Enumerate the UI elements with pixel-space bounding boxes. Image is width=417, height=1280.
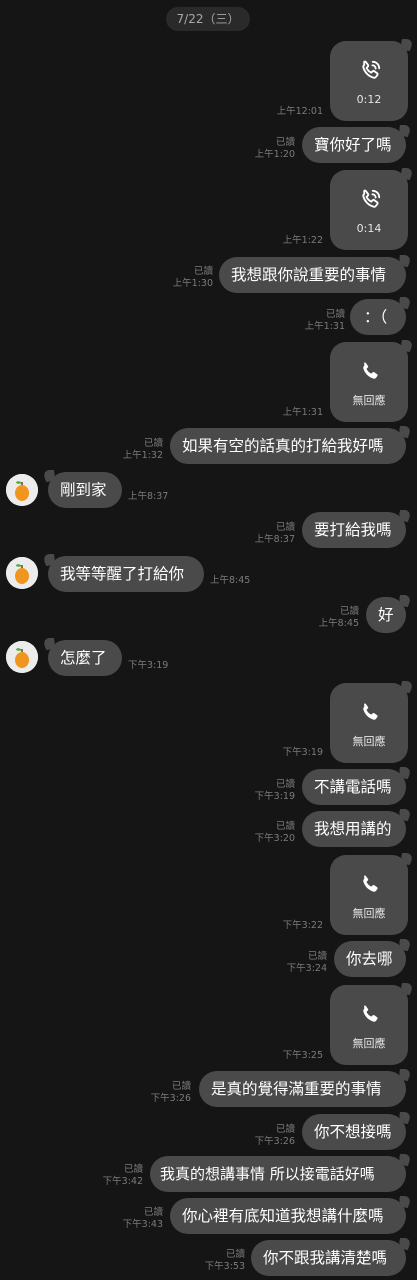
read-receipt: 已讀 xyxy=(143,1207,163,1218)
call-status: 無回應 xyxy=(352,1037,386,1050)
orange-fruit-icon xyxy=(6,557,38,589)
sent-message-bubble[interactable]: 如果有空的話真的打給我好嗎 xyxy=(170,428,406,464)
read-receipt: 已讀 xyxy=(275,522,295,533)
message-meta: 已讀 上午1:32 xyxy=(122,438,163,461)
sent-message-bubble[interactable]: 寶你好了嗎 xyxy=(302,127,406,163)
message-meta: 已讀 上午8:37 xyxy=(254,522,295,545)
sent-message-bubble[interactable]: 要打給我嗎 xyxy=(302,512,406,548)
message-meta: 已讀 上午8:45 xyxy=(318,606,359,629)
sent-message-bubble[interactable]: ：（ xyxy=(350,299,406,335)
message-meta: 已讀 上午1:30 xyxy=(172,266,213,289)
sent-message-bubble[interactable]: 不講電話嗎 xyxy=(302,769,406,805)
call-status: 無回應 xyxy=(352,735,386,748)
sent-message-bubble[interactable]: 是真的覺得滿重要的事情 xyxy=(199,1071,406,1107)
phone-waves-icon xyxy=(362,189,381,208)
message-meta: 已讀 上午1:20 xyxy=(254,137,295,160)
message-meta: 下午3:25 xyxy=(282,1050,323,1061)
message-meta: 已讀 下午3:19 xyxy=(254,779,295,802)
sent-message-bubble[interactable]: 好 xyxy=(366,597,406,633)
read-receipt: 已讀 xyxy=(275,1124,295,1135)
phone-icon xyxy=(363,875,378,892)
message-meta: 已讀 下午3:42 xyxy=(102,1164,143,1187)
read-receipt: 已讀 xyxy=(171,1081,191,1092)
phone-icon xyxy=(363,362,378,379)
missed-call-card[interactable]: 無回應 xyxy=(330,342,408,422)
sent-message-bubble[interactable]: 我想用講的 xyxy=(302,811,406,847)
read-receipt: 已讀 xyxy=(193,266,213,277)
message-meta: 上午8:37 xyxy=(128,491,169,502)
message-meta: 已讀 下午3:26 xyxy=(254,1124,295,1147)
message-meta: 已讀 下午3:20 xyxy=(254,821,295,844)
message-meta: 上午1:22 xyxy=(282,235,323,246)
message-meta: 下午3:19 xyxy=(282,747,323,758)
message-meta: 已讀 下午3:43 xyxy=(122,1207,163,1230)
message-meta: 已讀 下午3:26 xyxy=(150,1081,191,1104)
call-duration: 0:14 xyxy=(356,222,382,235)
contact-avatar[interactable] xyxy=(6,557,38,589)
read-receipt: 已讀 xyxy=(307,951,327,962)
contact-avatar[interactable] xyxy=(6,641,38,673)
missed-call-card[interactable]: 無回應 xyxy=(330,855,408,935)
read-receipt: 已讀 xyxy=(275,137,295,148)
date-separator: 7/22（三） xyxy=(166,7,250,31)
message-meta: 已讀 下午3:53 xyxy=(204,1249,245,1272)
message-meta: 上午12:01 xyxy=(276,106,323,117)
message-meta: 上午1:31 xyxy=(282,407,323,418)
call-duration: 0:12 xyxy=(356,93,382,106)
voice-call-card[interactable]: 0:14 xyxy=(330,170,408,250)
missed-call-card[interactable]: 無回應 xyxy=(330,683,408,763)
call-status: 無回應 xyxy=(352,394,386,407)
missed-call-card[interactable]: 無回應 xyxy=(330,985,408,1065)
sent-message-bubble[interactable]: 你不想接嗎 xyxy=(302,1114,406,1150)
read-receipt: 已讀 xyxy=(275,779,295,790)
read-receipt: 已讀 xyxy=(123,1164,143,1175)
read-receipt: 已讀 xyxy=(225,1249,245,1260)
phone-waves-icon xyxy=(362,60,381,79)
message-meta: 下午3:19 xyxy=(128,660,169,671)
phone-icon xyxy=(363,703,378,720)
read-receipt: 已讀 xyxy=(339,606,359,617)
sent-message-bubble[interactable]: 你去哪 xyxy=(334,941,406,977)
orange-fruit-icon xyxy=(6,641,38,673)
received-message-bubble[interactable]: 怎麼了 xyxy=(48,640,122,676)
message-meta: 已讀 上午1:31 xyxy=(304,309,345,332)
message-meta: 已讀 下午3:24 xyxy=(286,951,327,974)
read-receipt: 已讀 xyxy=(325,309,345,320)
received-message-bubble[interactable]: 我等等醒了打給你 xyxy=(48,556,204,592)
sent-message-bubble[interactable]: 我想跟你說重要的事情 xyxy=(219,257,406,293)
message-meta: 下午3:22 xyxy=(282,920,323,931)
call-status: 無回應 xyxy=(352,907,386,920)
read-receipt: 已讀 xyxy=(143,438,163,449)
sent-message-bubble[interactable]: 你心裡有底知道我想講什麼嗎 xyxy=(170,1198,406,1234)
received-message-bubble[interactable]: 剛到家 xyxy=(48,472,122,508)
sent-message-bubble[interactable]: 你不跟我講清楚嗎 xyxy=(251,1240,406,1276)
voice-call-card[interactable]: 0:12 xyxy=(330,41,408,121)
sent-message-bubble[interactable]: 我真的想講事情 所以接電話好嗎 xyxy=(150,1156,406,1192)
message-meta: 上午8:45 xyxy=(210,575,251,586)
read-receipt: 已讀 xyxy=(275,821,295,832)
phone-icon xyxy=(363,1005,378,1022)
orange-fruit-icon xyxy=(6,474,38,506)
contact-avatar[interactable] xyxy=(6,474,38,506)
